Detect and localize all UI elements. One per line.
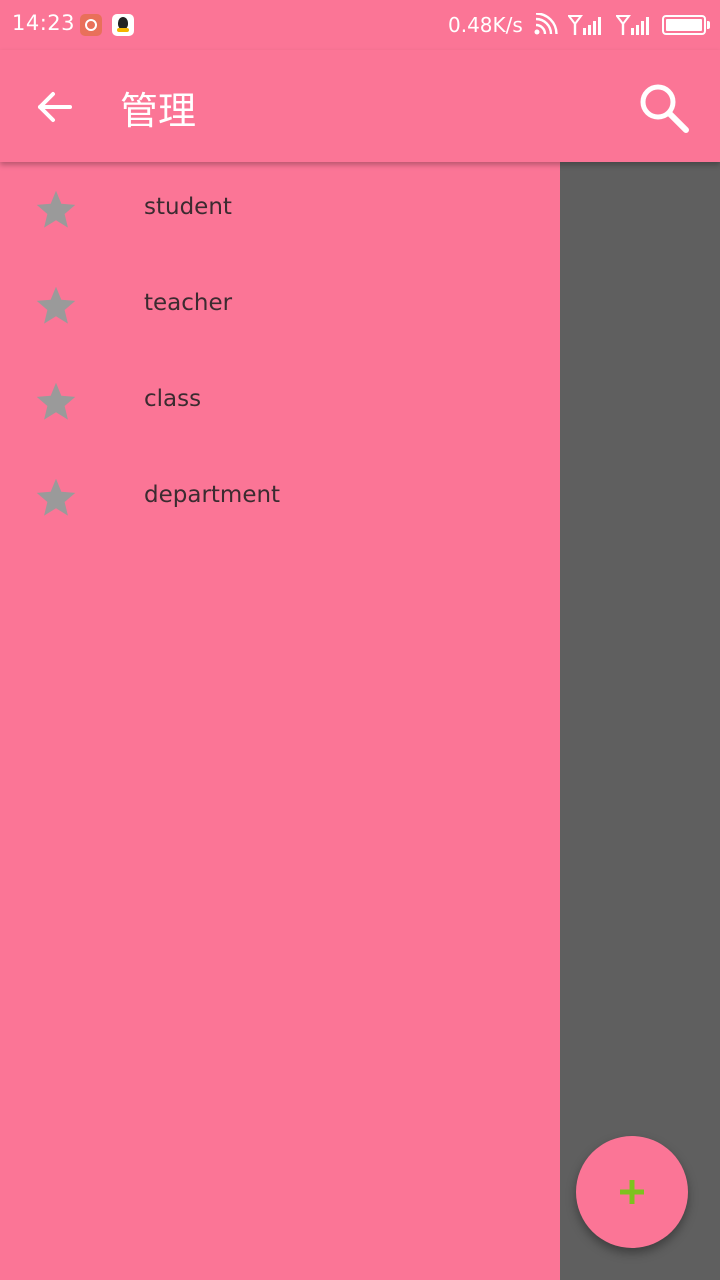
- drawer-item-student[interactable]: student: [0, 162, 560, 258]
- star-icon: [36, 382, 76, 420]
- back-button[interactable]: [30, 82, 80, 132]
- search-icon: [640, 84, 689, 133]
- drawer-item-class[interactable]: class: [0, 354, 560, 450]
- app-bar: 管理: [0, 50, 720, 162]
- drawer-item-label: teacher: [144, 290, 233, 316]
- drawer-item-department[interactable]: department: [0, 450, 560, 546]
- status-bar: 14:23 0.48K/s: [0, 0, 720, 50]
- drawer-item-label: department: [144, 482, 281, 508]
- network-speed: 0.48K/s: [448, 13, 523, 37]
- star-icon: [36, 190, 76, 228]
- qq-icon: [112, 14, 134, 36]
- star-icon: [36, 286, 76, 324]
- netease-music-icon: [80, 14, 102, 36]
- drawer-item-label: student: [144, 194, 232, 220]
- signal-icon: [616, 15, 649, 35]
- page-title: 管理: [120, 89, 197, 133]
- drawer-item-teacher[interactable]: teacher: [0, 258, 560, 354]
- wifi-icon: [534, 13, 558, 35]
- drawer-item-label: class: [144, 386, 202, 412]
- battery-icon: [662, 15, 710, 35]
- search-button[interactable]: [636, 80, 692, 136]
- status-time: 14:23: [12, 11, 76, 35]
- add-fab-button[interactable]: [576, 1136, 688, 1248]
- plus-icon: [620, 1180, 644, 1204]
- drawer-menu: student teacher class department: [0, 162, 560, 546]
- star-icon: [36, 478, 76, 516]
- navigation-drawer: student teacher class department: [0, 162, 560, 1280]
- signal-icon: [568, 15, 601, 35]
- arrow-left-icon: [38, 92, 72, 122]
- drawer-scrim[interactable]: [560, 162, 720, 1280]
